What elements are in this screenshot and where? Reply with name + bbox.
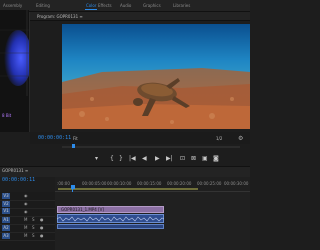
ruler-tick: 00:00:30:00: [224, 181, 249, 186]
track-label[interactable]: A1: [2, 217, 10, 223]
work-area-bar[interactable]: [58, 188, 198, 190]
mark-out-icon[interactable]: }: [119, 155, 123, 162]
scope-bit-depth[interactable]: 8 Bit: [2, 113, 11, 118]
toggle-output-icon[interactable]: ◉: [24, 209, 28, 214]
ruler-tick: :00:00: [57, 181, 70, 186]
sequence-tab[interactable]: GOPR0131 ≡: [2, 168, 28, 173]
workspace-graphics[interactable]: Graphics: [143, 3, 161, 8]
workspace-color[interactable]: Color: [86, 3, 96, 8]
audio-waveform: [57, 216, 164, 222]
ruler-tick: 00:00:10:00: [107, 181, 132, 186]
ruler-tick: 00:00:20:00: [167, 181, 192, 186]
track-label[interactable]: V3: [2, 193, 10, 199]
workspace-editing[interactable]: Editing: [36, 3, 50, 8]
ruler-tick: 00:00:15:00: [137, 181, 162, 186]
mic-icon[interactable]: ●: [40, 217, 44, 222]
waveform-scope: [0, 10, 29, 96]
ruler-tick: 00:00:25:00: [197, 181, 222, 186]
mic-icon[interactable]: ●: [40, 233, 44, 238]
extract-icon[interactable]: ⊠: [191, 155, 196, 162]
program-monitor-title[interactable]: Program: GOPR0131 ≡: [37, 14, 83, 19]
camera-icon[interactable]: ◙: [213, 155, 219, 162]
step-back-icon[interactable]: ◀: [142, 155, 147, 162]
solo-icon[interactable]: S: [32, 217, 35, 222]
workspace-libraries[interactable]: Libraries: [173, 3, 190, 8]
solo-icon[interactable]: S: [32, 225, 35, 230]
toggle-output-icon[interactable]: ◉: [24, 193, 28, 198]
zoom-fit-select[interactable]: Fit: [73, 136, 78, 141]
ruler-tick: 00:00:05:00: [82, 181, 107, 186]
workspace-effects[interactable]: Effects: [98, 3, 112, 8]
mute-icon[interactable]: M: [24, 233, 27, 238]
go-to-in-icon[interactable]: |◀: [129, 155, 136, 162]
monitor-playhead[interactable]: [72, 144, 75, 148]
mute-icon[interactable]: M: [24, 225, 27, 230]
wrench-icon[interactable]: ⚙: [238, 135, 243, 142]
mic-icon[interactable]: ●: [40, 225, 44, 230]
toggle-output-icon[interactable]: ◉: [24, 201, 28, 206]
solo-icon[interactable]: S: [32, 233, 35, 238]
timeline-timecode[interactable]: 00:00:00:11: [2, 177, 35, 183]
play-icon[interactable]: ▶: [155, 155, 160, 162]
program-video-frame[interactable]: [62, 24, 250, 129]
export-frame-icon[interactable]: ▣: [202, 155, 208, 162]
track-label[interactable]: V1: [2, 208, 10, 214]
go-to-out-icon[interactable]: ▶|: [166, 155, 173, 162]
active-workspace-indicator: [85, 9, 97, 10]
track-label[interactable]: V2: [2, 201, 10, 207]
track-label[interactable]: A2: [2, 225, 10, 231]
resolution-select[interactable]: 1/2: [216, 136, 222, 141]
mute-icon[interactable]: M: [24, 217, 27, 222]
workspace-audio[interactable]: Audio: [120, 3, 131, 8]
playhead-timecode[interactable]: 00:00:00:11: [38, 135, 71, 141]
lift-icon[interactable]: ⊡: [180, 155, 185, 162]
mark-in-icon[interactable]: {: [110, 155, 114, 162]
track-label[interactable]: A3: [2, 233, 10, 239]
timeline-tab-bar: [0, 166, 250, 177]
audio-clip-a2[interactable]: [57, 224, 164, 229]
add-marker-icon[interactable]: ▾: [95, 155, 98, 162]
video-clip-label: GOPR0131_1.MP4 [V]: [61, 207, 104, 212]
workspace-assembly[interactable]: Assembly: [3, 3, 22, 8]
monitor-timeline-ruler[interactable]: [62, 146, 240, 148]
